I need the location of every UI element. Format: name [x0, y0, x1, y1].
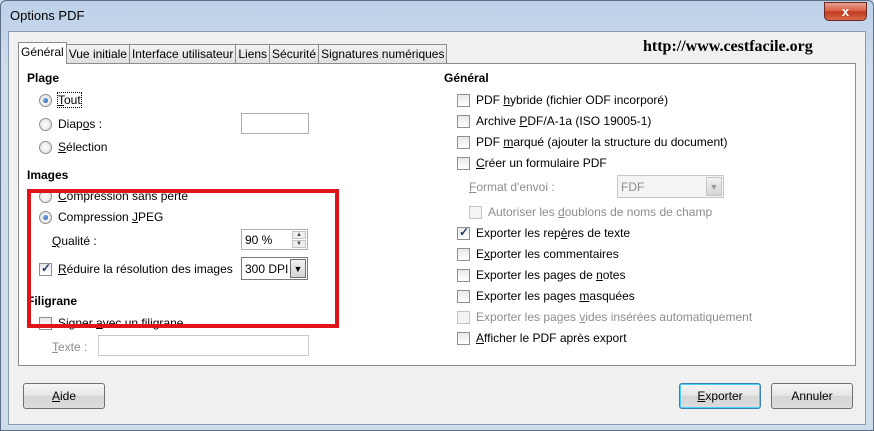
general-tab-panel: Plage Tout Diapos : Sélection Images Com… [18, 63, 856, 366]
afficher-pdf-checkbox[interactable] [457, 331, 470, 345]
radio-tout-indicator[interactable] [39, 93, 52, 107]
resolution-select[interactable]: 300 DPI ▼ [241, 257, 308, 280]
pdf-hybride-label: PDF hybride (fichier ODF incorporé) [476, 93, 669, 107]
radio-jpeg-indicator[interactable] [39, 210, 52, 224]
radio-tout-label: Tout [57, 92, 82, 108]
format-envoi-value: FDF [621, 180, 645, 194]
radio-diapos[interactable]: Diapos : [39, 117, 102, 131]
radio-compression-jpeg[interactable]: Compression JPEG [39, 210, 163, 224]
qualite-spin-arrows[interactable]: ▲ ▼ [292, 231, 306, 248]
tab-securite[interactable]: Sécurité [269, 44, 320, 64]
filigrane-section-title: Filigrane [27, 294, 78, 308]
plage-section-title: Plage [27, 71, 60, 85]
exporter-reperes-label: Exporter les repères de texte [476, 226, 631, 240]
window-title: Options PDF [10, 8, 85, 23]
images-section-title: Images [27, 168, 69, 182]
radio-diapos-label: Diapos : [58, 117, 103, 131]
radio-diapos-indicator[interactable] [39, 117, 52, 131]
tab-vue-initiale[interactable]: Vue initiale [65, 44, 130, 64]
radio-compression-sans-perte[interactable]: Compression sans perte [39, 189, 188, 203]
aide-button[interactable]: Aide [23, 383, 105, 409]
radio-jpeg-label: Compression JPEG [58, 210, 164, 224]
qualite-spinbox[interactable]: 90 % ▲ ▼ [241, 229, 308, 250]
creer-formulaire-label: Créer un formulaire PDF [476, 156, 607, 170]
diapos-input[interactable] [241, 113, 309, 134]
check-exporter-pages-vides[interactable]: Exporter les pages vides insérées automa… [457, 310, 752, 324]
title-bar: Options PDF x [1, 1, 873, 31]
exporter-vides-checkbox[interactable] [457, 310, 470, 324]
radio-sans-perte-label: Compression sans perte [58, 189, 189, 203]
afficher-pdf-label: Afficher le PDF après export [476, 331, 627, 345]
check-signer-filigrane[interactable]: Signer avec un filigrane [39, 316, 183, 330]
check-exporter-commentaires[interactable]: Exporter les commentaires [457, 247, 619, 261]
check-creer-formulaire[interactable]: Créer un formulaire PDF [457, 156, 607, 170]
pdf-options-dialog: Options PDF x Général Vue initiale Inter… [0, 0, 874, 431]
spin-up-icon[interactable]: ▲ [292, 231, 306, 239]
annuler-button[interactable]: Annuler [771, 383, 853, 409]
exporter-commentaires-label: Exporter les commentaires [476, 247, 619, 261]
qualite-label: Qualité : [52, 234, 97, 248]
close-button[interactable]: x [824, 2, 867, 21]
exporter-notes-label: Exporter les pages de notes [476, 268, 626, 282]
watermark-url: http://www.cestfacile.org [643, 38, 813, 55]
doublons-checkbox[interactable] [469, 205, 482, 219]
reduire-checkbox[interactable] [39, 261, 52, 276]
radio-selection-indicator[interactable] [39, 140, 52, 154]
archive-pdfa-label: Archive PDF/A-1a (ISO 19005-1) [476, 114, 652, 128]
archive-pdfa-checkbox[interactable] [457, 114, 470, 128]
radio-sans-perte-indicator[interactable] [39, 189, 52, 203]
exporter-reperes-checkbox[interactable] [457, 225, 470, 240]
check-afficher-pdf[interactable]: Afficher le PDF après export [457, 331, 627, 345]
pdf-hybride-checkbox[interactable] [457, 93, 470, 107]
radio-selection[interactable]: Sélection [39, 140, 107, 154]
chevron-down-icon[interactable]: ▼ [290, 259, 306, 278]
check-pdf-hybride[interactable]: PDF hybride (fichier ODF incorporé) [457, 93, 668, 107]
exporter-commentaires-checkbox[interactable] [457, 247, 470, 261]
pdf-marque-label: PDF marqué (ajouter la structure du docu… [476, 135, 728, 149]
chevron-down-icon[interactable]: ▼ [706, 177, 722, 196]
dialog-body: Général Vue initiale Interface utilisate… [8, 31, 866, 425]
signer-label: Signer avec un filigrane [58, 316, 184, 330]
format-envoi-label: Format d'envoi : [469, 180, 555, 194]
check-exporter-pages-masquees[interactable]: Exporter les pages masquées [457, 289, 635, 303]
radio-selection-label: Sélection [58, 140, 108, 154]
tab-bar: Général Vue initiale Interface utilisate… [18, 42, 448, 64]
exporter-notes-checkbox[interactable] [457, 268, 470, 282]
tab-interface-utilisateur[interactable]: Interface utilisateur [128, 44, 237, 64]
tab-liens[interactable]: Liens [235, 44, 271, 64]
check-pdf-marque[interactable]: PDF marqué (ajouter la structure du docu… [457, 135, 727, 149]
creer-formulaire-checkbox[interactable] [457, 156, 470, 170]
exporter-button[interactable]: Exporter [679, 383, 761, 409]
signer-checkbox[interactable] [39, 316, 52, 330]
check-reduire-resolution[interactable]: Réduire la résolution des images [39, 261, 233, 276]
exporter-vides-label: Exporter les pages vides insérées automa… [476, 310, 753, 324]
reduire-label: Réduire la résolution des images [58, 262, 233, 276]
resolution-value: 300 DPI [245, 262, 289, 276]
format-envoi-select[interactable]: FDF ▼ [617, 175, 724, 198]
qualite-value: 90 % [245, 233, 273, 247]
check-autoriser-doublons[interactable]: Autoriser les doublons de noms de champ [469, 205, 712, 219]
filigrane-text-input[interactable] [98, 335, 309, 356]
check-exporter-reperes[interactable]: Exporter les repères de texte [457, 225, 631, 240]
spin-down-icon[interactable]: ▼ [292, 240, 306, 248]
check-archive-pdfa[interactable]: Archive PDF/A-1a (ISO 19005-1) [457, 114, 651, 128]
exporter-masquees-checkbox[interactable] [457, 289, 470, 303]
texte-label: Texte : [52, 340, 88, 354]
tab-signatures-numeriques[interactable]: Signatures numériques [318, 44, 448, 64]
pdf-marque-checkbox[interactable] [457, 135, 470, 149]
tab-general[interactable]: Général [18, 42, 67, 64]
check-exporter-pages-notes[interactable]: Exporter les pages de notes [457, 268, 625, 282]
exporter-masquees-label: Exporter les pages masquées [476, 289, 635, 303]
radio-tout[interactable]: Tout [39, 92, 82, 108]
general-section-title: Général [444, 71, 489, 85]
doublons-label: Autoriser les doublons de noms de champ [488, 205, 713, 219]
